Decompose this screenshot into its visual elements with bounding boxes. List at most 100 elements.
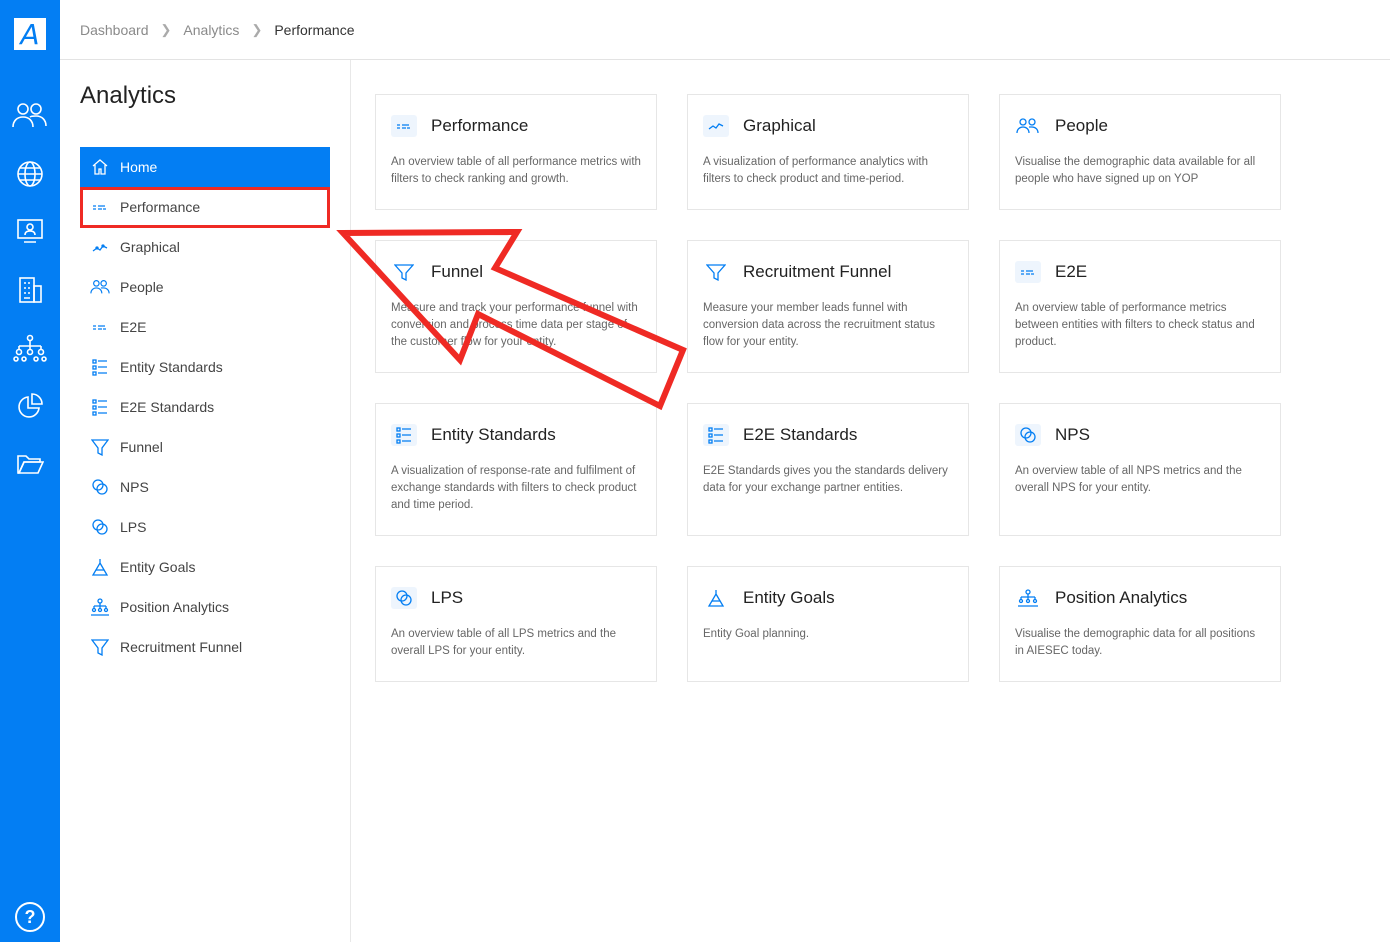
line-chart-icon: [703, 115, 729, 137]
card-title: LPS: [431, 588, 464, 607]
people-icon: [90, 277, 110, 297]
sidebar-item-entity-goals[interactable]: Entity Goals: [80, 547, 330, 587]
card-title: Graphical: [743, 116, 816, 135]
nps-icon: [90, 477, 110, 497]
sidebar-item-funnel[interactable]: Funnel: [80, 427, 330, 467]
card-e2e[interactable]: E2E An overview table of performance met…: [999, 240, 1281, 373]
nps-icon: [1015, 424, 1041, 446]
card-description: An overview table of all performance met…: [391, 156, 641, 185]
sidebar-item-entity-standards[interactable]: Entity Standards: [80, 347, 330, 387]
hierarchy-icon: [90, 597, 110, 617]
sidebar-item-lps[interactable]: LPS: [80, 507, 330, 547]
sidebar-item-label: LPS: [120, 519, 147, 535]
page-title: Analytics: [80, 82, 177, 109]
people-icon[interactable]: [0, 95, 60, 135]
card-entity-goals[interactable]: Entity Goals Entity Goal planning.: [687, 566, 969, 682]
goal-icon: [703, 587, 729, 609]
card-lps[interactable]: LPS An overview table of all LPS metrics…: [375, 566, 657, 682]
hierarchy-icon[interactable]: [0, 328, 60, 368]
sidebar-item-label: Performance: [120, 199, 201, 215]
globe-icon[interactable]: [0, 154, 60, 194]
card-title: E2E: [1055, 262, 1088, 281]
sidebar-item-recruitment-funnel[interactable]: Recruitment Funnel: [80, 627, 330, 667]
sidebar-item-position-analytics[interactable]: Position Analytics: [80, 587, 330, 627]
sidebar-item-label: Entity Goals: [120, 559, 196, 575]
table-icon: [391, 115, 417, 137]
sidebar-item-label: Graphical: [120, 239, 180, 255]
home-icon: [90, 157, 110, 177]
help-icon[interactable]: ?: [15, 902, 45, 932]
list-icon: [90, 397, 110, 417]
list-icon: [391, 424, 417, 446]
sidebar-item-e2e-standards[interactable]: E2E Standards: [80, 387, 330, 427]
card-performance[interactable]: Performance An overview table of all per…: [375, 94, 657, 210]
breadcrumb-analytics[interactable]: Analytics: [183, 22, 239, 38]
card-title: Position Analytics: [1055, 588, 1188, 607]
breadcrumb: Dashboard ❯ Analytics ❯ Performance: [60, 0, 1390, 60]
card-title: E2E Standards: [743, 425, 858, 444]
goal-icon: [90, 557, 110, 577]
card-description: Measure your member leads funnel with co…: [703, 302, 936, 348]
sidebar-item-label: Home: [120, 159, 158, 175]
sidebar-nav: Home Performance Graphical People E2E En…: [80, 147, 330, 667]
analytics-sidebar: Analytics Home Performance Graphical Peo…: [60, 60, 351, 942]
people-icon: [1015, 115, 1041, 137]
chevron-right-icon: ❯: [160, 21, 172, 37]
table-icon: [90, 197, 110, 217]
card-title: Funnel: [431, 262, 483, 281]
card-funnel[interactable]: Funnel Measure and track your performanc…: [375, 240, 657, 373]
breadcrumb-dashboard[interactable]: Dashboard: [80, 22, 149, 38]
app-rail: A ?: [0, 0, 60, 942]
card-title: NPS: [1055, 425, 1090, 444]
card-title: Entity Standards: [431, 425, 556, 444]
card-description: Visualise the demographic data for all p…: [1015, 628, 1256, 657]
pie-chart-icon[interactable]: [0, 386, 60, 426]
card-description: An overview table of all LPS metrics and…: [391, 628, 617, 657]
card-description: A visualization of response-rate and ful…: [391, 465, 637, 511]
card-title: Entity Goals: [743, 588, 835, 607]
card-description: Entity Goal planning.: [703, 628, 810, 640]
sidebar-item-label: Funnel: [120, 439, 163, 455]
sidebar-item-label: Recruitment Funnel: [120, 639, 243, 655]
card-people[interactable]: People Visualise the demographic data av…: [999, 94, 1281, 210]
card-description: Measure and track your performance funne…: [391, 302, 638, 348]
card-recruitment-funnel[interactable]: Recruitment Funnel Measure your member l…: [687, 240, 969, 373]
card-nps[interactable]: NPS An overview table of all NPS metrics…: [999, 403, 1281, 536]
app-logo[interactable]: A: [14, 18, 46, 51]
card-title: People: [1055, 116, 1108, 135]
sidebar-item-people[interactable]: People: [80, 267, 330, 307]
card-position-analytics[interactable]: Position Analytics Visualise the demogra…: [999, 566, 1281, 682]
sidebar-item-label: NPS: [120, 479, 149, 495]
sidebar-item-home[interactable]: Home: [80, 147, 330, 187]
table-icon: [90, 317, 110, 337]
card-e2e-standards[interactable]: E2E Standards E2E Standards gives you th…: [687, 403, 969, 536]
funnel-icon: [391, 261, 417, 283]
sidebar-item-performance[interactable]: Performance: [80, 187, 330, 227]
nps-icon: [391, 587, 417, 609]
sidebar-item-label: E2E Standards: [120, 399, 215, 415]
card-graphical[interactable]: Graphical A visualization of performance…: [687, 94, 969, 210]
list-icon: [703, 424, 729, 446]
sidebar-item-label: Position Analytics: [120, 599, 229, 615]
funnel-icon: [703, 261, 729, 283]
funnel-icon: [90, 437, 110, 457]
sidebar-item-nps[interactable]: NPS: [80, 467, 330, 507]
card-title: Recruitment Funnel: [743, 262, 892, 281]
sidebar-item-graphical[interactable]: Graphical: [80, 227, 330, 267]
hierarchy-icon: [1015, 587, 1041, 609]
nps-icon: [90, 517, 110, 537]
card-title: Performance: [431, 116, 529, 135]
folder-icon[interactable]: [0, 444, 60, 484]
building-icon[interactable]: [0, 270, 60, 310]
sidebar-item-e2e[interactable]: E2E: [80, 307, 330, 347]
line-chart-icon: [90, 237, 110, 257]
breadcrumb-performance: Performance: [274, 21, 355, 38]
sidebar-item-label: E2E: [120, 319, 147, 335]
funnel-icon: [90, 637, 110, 657]
chevron-right-icon: ❯: [251, 21, 263, 37]
monitor-user-icon[interactable]: [0, 211, 60, 251]
table-icon: [1015, 261, 1041, 283]
card-description: An overview table of performance metrics…: [1015, 302, 1255, 348]
card-entity-standards[interactable]: Entity Standards A visualization of resp…: [375, 403, 657, 536]
card-description: E2E Standards gives you the standards de…: [703, 465, 948, 494]
